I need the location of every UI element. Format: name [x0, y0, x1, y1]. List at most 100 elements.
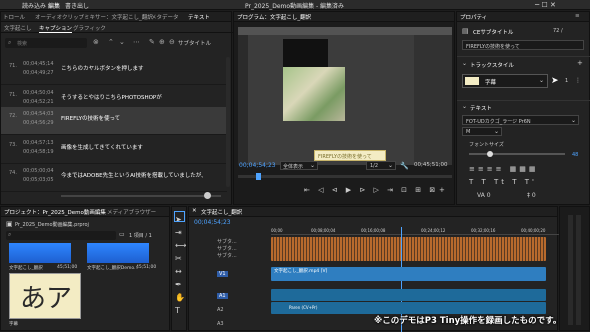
- row-out: 00;04;56;29: [23, 120, 54, 126]
- caption-row[interactable]: 71. 00;04;45;14 00;04;49;27 こちらのカヤルボタンを押…: [1, 57, 227, 85]
- font-size-slider[interactable]: [469, 153, 565, 155]
- menu-edit[interactable]: 編集: [48, 1, 60, 10]
- nav-down-icon[interactable]: ⌄: [119, 38, 125, 46]
- row-text[interactable]: FIREFLYの技術を使って: [61, 114, 120, 122]
- audio-clip[interactable]: Paren (CV+Pr): [271, 302, 546, 314]
- font-weight-select[interactable]: M ⌄: [462, 127, 502, 136]
- video-frame-toolbar: [238, 35, 248, 165]
- caption-row[interactable]: 73. 00;04;57;13 00;04;58;19 画像を生成してきてくれて…: [1, 136, 227, 164]
- pen-icon[interactable]: ✎: [149, 38, 155, 46]
- caption-track-label[interactable]: サブタ...: [217, 245, 237, 252]
- row-out: 00;04;52;21: [23, 99, 54, 105]
- tab-control[interactable]: トロール: [3, 13, 25, 21]
- new-bin-icon[interactable]: ▭: [119, 231, 125, 238]
- playhead-bar[interactable]: [238, 175, 452, 178]
- tab-media-browser[interactable]: メディアブラウザー: [107, 208, 156, 216]
- row-in: 00;05;00;04: [23, 168, 54, 174]
- tool-icons[interactable]: ➤ ⇥ ⟷ ✂ ↔ ✒ ✋ T: [175, 213, 186, 317]
- program-monitor-title[interactable]: プログラム：文字起こし_翻訳: [237, 13, 311, 21]
- menu-export[interactable]: 書き出し: [65, 1, 89, 10]
- audio-meters: [559, 206, 590, 331]
- video-clip[interactable]: 文字起こし_翻訳.mp4 [V]: [271, 267, 546, 281]
- window-title: Pr_2025_Demo動画編集 - 編集済み: [245, 3, 345, 10]
- audio-clip[interactable]: [271, 289, 546, 301]
- zoom-handle[interactable]: [204, 192, 211, 199]
- thumb1-label: 文字起こし_翻訳: [9, 266, 43, 271]
- menu-icon[interactable]: ≡: [575, 13, 580, 19]
- subtab-transcript[interactable]: 文字起こし: [4, 24, 32, 32]
- playhead-marker[interactable]: [256, 173, 261, 180]
- tab-text[interactable]: テキスト: [188, 13, 210, 21]
- meter-left: [568, 215, 573, 325]
- add-button-icon[interactable]: +: [439, 186, 445, 194]
- caption-row-selected[interactable]: 72. 00;04;54;03 00;04;56;29 FIREFLYの技術を使…: [1, 107, 227, 135]
- project-filename: Pr_2025_Demo動画編集.prproj: [15, 222, 89, 228]
- close-icon[interactable]: ✕: [192, 208, 197, 214]
- wrench-icon[interactable]: 🔧: [400, 162, 409, 170]
- timeline-tab-title[interactable]: 文字起こし_翻訳: [201, 208, 242, 216]
- style-options-icon[interactable]: ⋮: [575, 77, 581, 84]
- timeline-ruler[interactable]: 00;00 00;08;00;04 00;16;00;08 00;24;00;1…: [271, 228, 559, 235]
- program-timecode[interactable]: 00;04;54;23: [239, 162, 276, 169]
- scrollbar[interactable]: [226, 57, 230, 187]
- fit-select[interactable]: 全体表示 ⌄: [280, 161, 318, 170]
- nav-up-icon[interactable]: ⌃: [108, 38, 114, 46]
- alignment-buttons[interactable]: ≡≡≡≡ ▦▦▦: [469, 165, 539, 173]
- font-select[interactable]: FOT-UDカクゴ_ラージ Pr6N ⌄: [462, 115, 579, 125]
- audio-track-label[interactable]: A3: [217, 321, 224, 327]
- properties-title: プロパティ: [460, 15, 488, 21]
- caption-row[interactable]: 74. 00;05;00;04 00;05;03;05 今まではADOBE先生と…: [1, 164, 227, 192]
- thumb2-duration: 45;51;00: [136, 265, 157, 270]
- chevron-down-icon[interactable]: ⌄: [462, 60, 467, 67]
- more-icon[interactable]: ⋯: [133, 38, 140, 46]
- subtitle-icon[interactable]: ⊖: [169, 38, 175, 46]
- row-number: 72.: [9, 113, 17, 119]
- resolution-select[interactable]: 1/2 ⌄: [366, 161, 396, 170]
- transport-controls[interactable]: ⇤ ◁ ⊲ ▶ ⊳ ▷ ⇥ ⊡ ⊞ ⊠: [304, 186, 438, 194]
- clip-name: CEサブタイトル: [473, 30, 514, 36]
- row-text[interactable]: 今まではADOBE先生というAI技術を搭載していましたが、: [61, 171, 207, 179]
- properties-panel: プロパティ ≡ ▤ CEサブタイトル 72 / FIREFLYの技術を使って ⌄…: [456, 11, 590, 205]
- video-caption-text: FIREFLYの技術を使って: [318, 154, 372, 160]
- sequence-thumbnail[interactable]: [9, 243, 71, 263]
- timeline-timecode[interactable]: 00;04;54;23: [194, 219, 231, 226]
- chevron-down-icon[interactable]: ⌄: [462, 103, 467, 110]
- add-style-icon[interactable]: +: [577, 59, 583, 67]
- font-size-value[interactable]: 48: [572, 152, 578, 158]
- font-size-handle[interactable]: [487, 151, 493, 157]
- audio-track-label[interactable]: A2: [217, 307, 224, 313]
- menu-import[interactable]: 読み込み: [22, 1, 46, 10]
- caption-clips[interactable]: [271, 237, 546, 261]
- caption-track-label[interactable]: サブタ...: [217, 238, 237, 245]
- window-controls[interactable]: ─ ☐ ✕: [535, 1, 556, 9]
- tab-metadata[interactable]: メタデータ: [151, 13, 179, 21]
- search-input[interactable]: ⌕ 検索: [5, 38, 87, 48]
- subtab-captions[interactable]: キャプション: [39, 24, 73, 33]
- row-text[interactable]: そうするとやはりこちらPHOTOSHOPが: [61, 93, 162, 101]
- clear-icon[interactable]: ⊗: [93, 38, 99, 46]
- track-style-select[interactable]: 字幕 ⌄: [462, 74, 548, 88]
- style-swatch: [465, 77, 479, 85]
- caption-text-field[interactable]: FIREFLYの技術を使って: [462, 40, 584, 50]
- ruler-tick: 00;08;00;04: [311, 228, 336, 233]
- leading-icon[interactable]: ‡ 0: [527, 192, 536, 199]
- caption-track-label[interactable]: サブタ...: [217, 252, 237, 259]
- overlay-caption: ※このデモはP3 Tiny操作を録画したものです。: [374, 316, 562, 326]
- tracking-icon[interactable]: VA 0: [477, 192, 491, 199]
- tab-audio-mixer[interactable]: オーディオクリップミキサー：文字起こし_翻訳: [35, 13, 153, 21]
- sequence-thumbnail[interactable]: [87, 243, 149, 263]
- project-search-input[interactable]: ⌕: [6, 231, 116, 240]
- row-text[interactable]: こちらのカヤルボタンを押します: [61, 64, 144, 72]
- merge-icon[interactable]: ⊕: [159, 38, 165, 46]
- caption-style-thumbnail[interactable]: あア: [9, 273, 81, 319]
- audio-track-label[interactable]: A1: [217, 293, 228, 299]
- video-track-label[interactable]: V1: [217, 271, 228, 277]
- zoom-slider[interactable]: [61, 195, 221, 197]
- row-text[interactable]: 画像を生成してきてくれています: [61, 143, 143, 151]
- chevron-down-icon: ⌄: [538, 77, 544, 84]
- style-buttons[interactable]: T T Tt T T': [469, 178, 537, 186]
- video-caption-box: FIREFLYの技術を使って: [314, 150, 386, 161]
- selection-tool-active[interactable]: [174, 211, 185, 222]
- tab-project[interactable]: プロジェクト：Pr_2025_Demo動画編集: [4, 208, 106, 216]
- subtab-graphics[interactable]: グラフィック: [73, 24, 106, 32]
